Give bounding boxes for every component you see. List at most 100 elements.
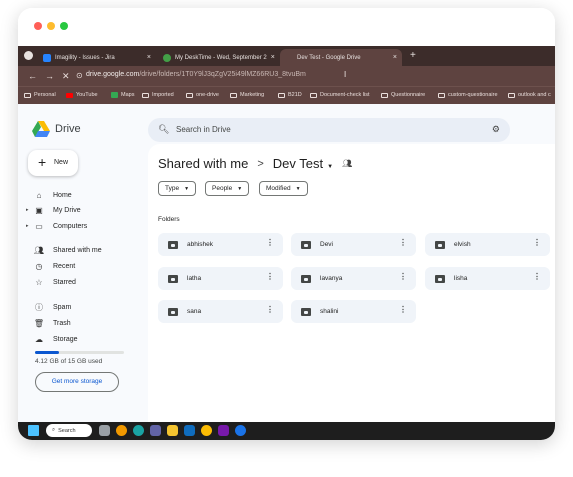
task-view-icon[interactable] <box>99 425 110 436</box>
filter-people[interactable]: People ▼ <box>205 181 250 196</box>
tab-google-drive[interactable]: Dev Test - Google Drive × <box>280 49 402 66</box>
bookmark-personal[interactable]: Personal <box>24 92 56 98</box>
folder-card[interactable]: lisha ⋮ <box>425 267 550 290</box>
back-arrow-icon[interactable]: ← <box>28 69 37 83</box>
search-options-icon[interactable]: ⚙︎ <box>492 124 500 135</box>
widgets-icon[interactable] <box>116 425 127 436</box>
sidebar-item-trash[interactable]: 🗑︎ Trash <box>26 316 71 330</box>
folder-card[interactable]: lavanya ⋮ <box>291 267 416 290</box>
folder-icon <box>24 92 31 98</box>
spam-icon: ⓘ <box>35 302 43 312</box>
more-options-icon[interactable]: ⋮ <box>533 238 541 247</box>
tab-title: My DeskTime - Wed, September 2 <box>175 54 267 61</box>
sidebar-item-shared-with-me[interactable]: 👥︎ Shared with me <box>26 243 102 257</box>
bookmark-one-drive[interactable]: one-drive <box>186 92 219 98</box>
outlook-icon[interactable] <box>184 425 195 436</box>
search-icon[interactable]: 🔍︎ <box>158 124 169 135</box>
minimize-window-button[interactable] <box>47 22 55 30</box>
close-icon[interactable]: × <box>389 54 397 61</box>
more-options-icon[interactable]: ⋮ <box>266 238 274 247</box>
storage-usage-text: 4.12 GB of 15 GB used <box>35 358 103 365</box>
bookmark-label: YouTube <box>76 92 98 98</box>
sidebar-item-my-drive[interactable]: ▸ ▣ My Drive <box>26 203 81 217</box>
new-tab-button[interactable]: + <box>410 49 416 63</box>
bookmark-label: B21D <box>288 92 302 98</box>
breadcrumb-root[interactable]: Shared with me <box>158 156 248 171</box>
bookmark-custom-questionaire[interactable]: custom-questionaire <box>438 92 498 98</box>
url-domain: drive.google.com <box>86 71 140 78</box>
folder-card[interactable]: elvish ⋮ <box>425 233 550 256</box>
folder-card[interactable]: Devi ⋮ <box>291 233 416 256</box>
tab-jira[interactable]: Imagility - Issues - Jira × <box>38 49 156 66</box>
more-options-icon[interactable]: ⋮ <box>399 305 407 314</box>
sidebar-item-recent[interactable]: ◷ Recent <box>26 259 76 273</box>
tab-search-icon[interactable] <box>24 51 33 60</box>
chrome-icon[interactable] <box>201 425 212 436</box>
bookmark-marketing[interactable]: Marketing <box>230 92 264 98</box>
close-icon[interactable]: × <box>267 54 275 61</box>
folder-card[interactable]: abhishek ⋮ <box>158 233 283 256</box>
shared-people-icon[interactable]: 👥︎ <box>342 159 352 168</box>
window-titlebar <box>18 8 555 46</box>
url-field[interactable]: drive.google.com/drive/folders/1T0Y9lJ3q… <box>86 71 306 78</box>
new-button[interactable]: + New <box>28 150 78 176</box>
get-more-storage-button[interactable]: Get more storage <box>35 372 119 392</box>
sidebar-item-spam[interactable]: ⓘ Spam <box>26 300 71 314</box>
sidebar-item-label: Computers <box>53 222 88 230</box>
filter-modified[interactable]: Modified ▼ <box>259 181 308 196</box>
folder-name: sana <box>187 308 202 315</box>
onenote-icon[interactable] <box>218 425 229 436</box>
shared-icon: 👥︎ <box>33 245 45 255</box>
my-drive-icon: ▣ <box>35 205 43 215</box>
zoom-window-button[interactable] <box>60 22 68 30</box>
more-options-icon[interactable]: ⋮ <box>399 238 407 247</box>
breadcrumb-current-label: Dev Test <box>272 156 324 171</box>
storage-usage-fill <box>35 351 60 354</box>
more-options-icon[interactable]: ⋮ <box>266 305 274 314</box>
more-options-icon[interactable]: ⋮ <box>533 272 541 281</box>
more-options-icon[interactable]: ⋮ <box>266 272 274 281</box>
windows-taskbar: ⌕ Search <box>18 422 555 440</box>
sidebar-item-computers[interactable]: ▸ ▭ Computers <box>26 219 87 233</box>
taskbar-search[interactable]: ⌕ Search <box>46 424 92 437</box>
folder-icon <box>230 92 237 98</box>
teams-icon[interactable] <box>150 425 161 436</box>
close-window-button[interactable] <box>34 22 42 30</box>
stop-loading-icon[interactable]: ✕ <box>62 69 70 83</box>
folder-icon <box>438 92 445 98</box>
drive-logo-icon[interactable] <box>32 121 50 137</box>
bookmark-label: Marketing <box>240 92 265 98</box>
app-icon[interactable] <box>235 425 246 436</box>
folder-card[interactable]: latha ⋮ <box>158 267 283 290</box>
folder-icon <box>278 92 285 98</box>
folder-card[interactable]: shalini ⋮ <box>291 300 416 323</box>
bookmark-outlook[interactable]: outlook and c <box>508 92 551 98</box>
bookmark-label: outlook and c <box>518 92 551 98</box>
folder-icon <box>310 92 317 98</box>
sidebar-item-home[interactable]: ⌂ Home <box>26 188 72 202</box>
file-explorer-icon[interactable] <box>167 425 178 436</box>
sidebar-item-storage[interactable]: ☁︎ Storage <box>26 332 78 346</box>
search-input[interactable]: Search in Drive <box>176 125 231 134</box>
search-bar[interactable]: 🔍︎ Search in Drive ⚙︎ <box>148 118 510 142</box>
bookmark-b21d[interactable]: B21D <box>278 92 302 98</box>
bookmark-youtube[interactable]: YouTube <box>66 92 98 98</box>
breadcrumb-current[interactable]: Dev Test ▼ <box>273 156 333 171</box>
bookmark-maps[interactable]: Maps <box>111 92 134 98</box>
sidebar-item-starred[interactable]: ☆ Starred <box>26 275 76 289</box>
app-title[interactable]: Drive <box>55 123 81 135</box>
bookmark-imported[interactable]: Imported <box>142 92 174 98</box>
sidebar-item-label: Shared with me <box>53 246 102 254</box>
windows-start-icon[interactable] <box>28 425 39 436</box>
edge-browser-icon[interactable] <box>133 425 144 436</box>
filter-label: Modified <box>266 185 291 192</box>
tab-desktime[interactable]: My DeskTime - Wed, September 2 × <box>158 49 276 66</box>
bookmark-document-check-list[interactable]: Document-check list <box>310 92 370 98</box>
site-info-icon[interactable]: ⊙ <box>76 69 83 83</box>
more-options-icon[interactable]: ⋮ <box>399 272 407 281</box>
folder-card[interactable]: sana ⋮ <box>158 300 283 323</box>
filter-type[interactable]: Type ▼ <box>158 181 197 196</box>
bookmark-questionnaire[interactable]: Questionnaire <box>381 92 425 98</box>
forward-arrow-icon[interactable]: → <box>45 69 54 83</box>
close-icon[interactable]: × <box>143 54 151 61</box>
